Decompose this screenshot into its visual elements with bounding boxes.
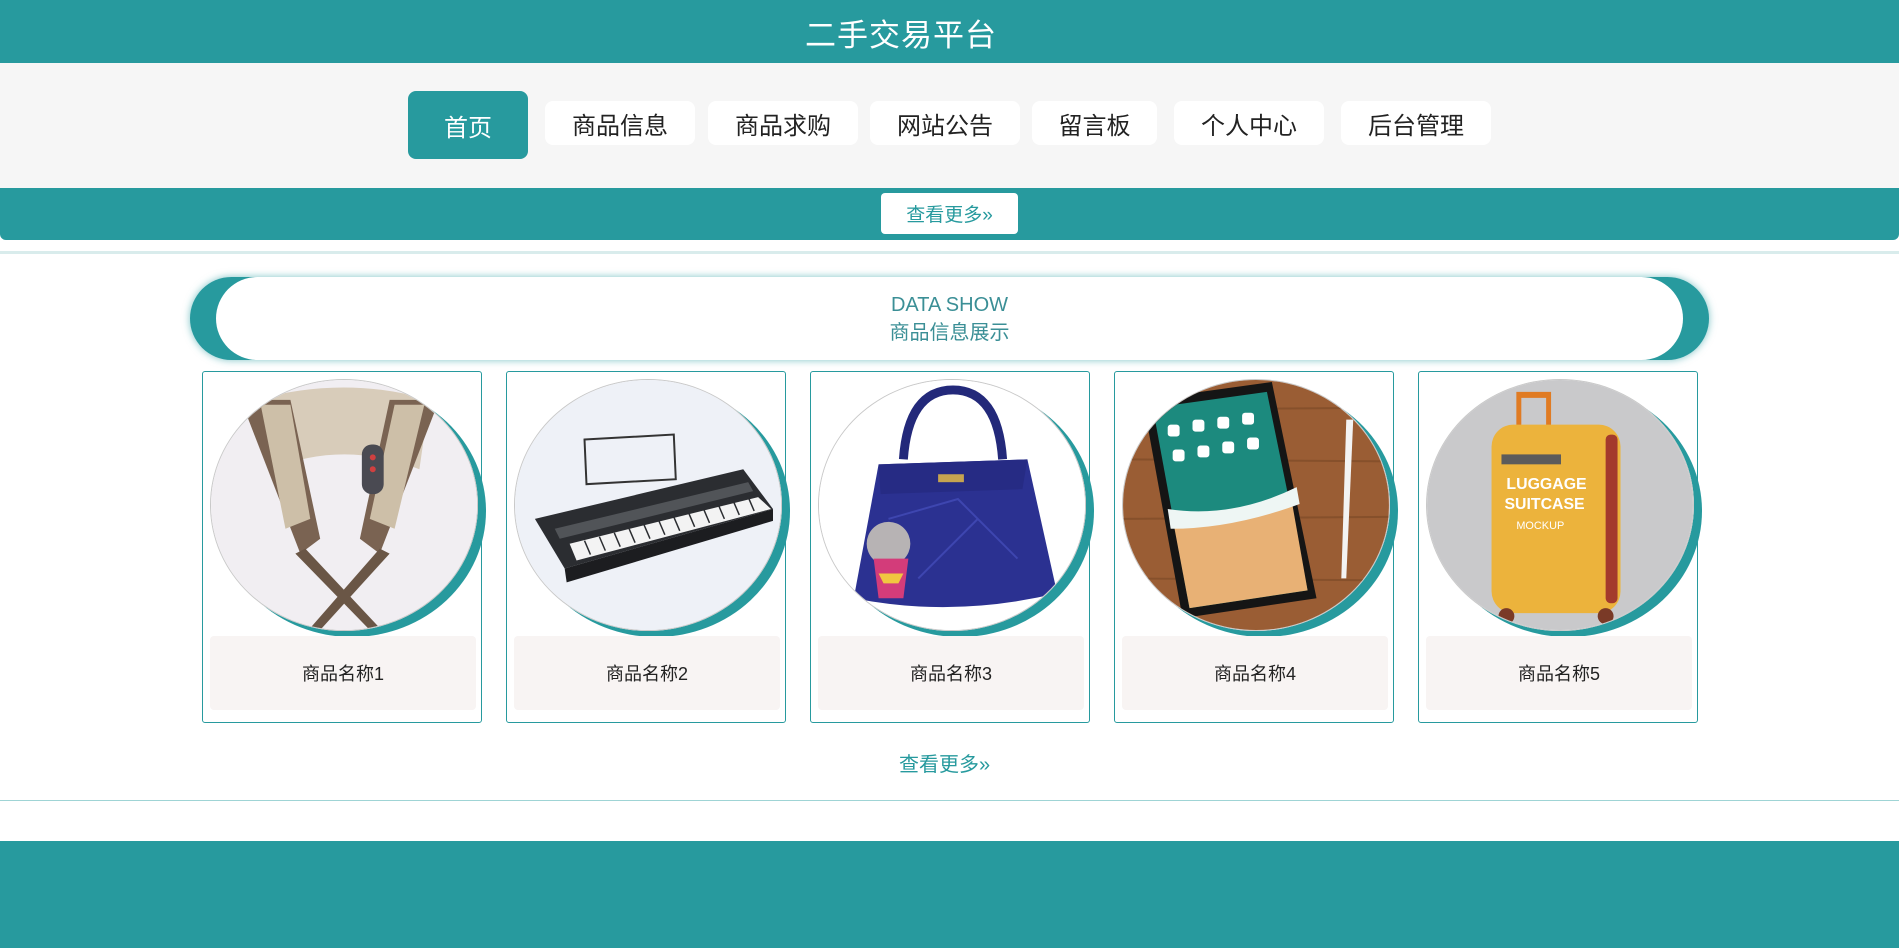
suitcase-print-line1: LUGGAGE	[1506, 476, 1586, 493]
nav-item-admin[interactable]: 后台管理	[1341, 101, 1491, 145]
nav-item-products[interactable]: 商品信息	[545, 101, 695, 145]
product-name: 商品名称1	[210, 636, 476, 710]
suitcase-illustration: LUGGAGE SUITCASE MOCKUP	[1427, 380, 1693, 630]
banner-band: 查看更多»	[0, 188, 1899, 240]
handbag-illustration	[819, 380, 1085, 630]
handbag-image[interactable]	[818, 379, 1086, 631]
neck-massager-illustration	[211, 380, 477, 630]
product-name: 商品名称2	[514, 636, 780, 710]
nav-item-message-board[interactable]: 留言板	[1032, 101, 1157, 145]
section-header: DATA SHOW 商品信息展示	[190, 277, 1709, 360]
site-title: 二手交易平台	[805, 18, 997, 53]
footer	[0, 841, 1899, 948]
banner-more-button[interactable]: 查看更多»	[881, 193, 1018, 234]
section-title-cn: 商品信息展示	[889, 321, 1010, 344]
nav-item-profile[interactable]: 个人中心	[1174, 101, 1324, 145]
section-header-inner: DATA SHOW 商品信息展示	[216, 277, 1683, 360]
band-divider	[0, 251, 1899, 254]
electronic-keyboard-image[interactable]	[514, 379, 782, 631]
section-title-en: DATA SHOW	[890, 293, 1009, 316]
nav-item-home[interactable]: 首页	[408, 91, 528, 159]
electronic-keyboard-illustration	[515, 380, 781, 630]
section-divider	[0, 800, 1899, 801]
suitcase-print-line2: SUITCASE	[1504, 496, 1584, 513]
nav-item-wanted[interactable]: 商品求购	[708, 101, 858, 145]
suitcase-print-line3: MOCKUP	[1516, 520, 1564, 532]
top-header: 二手交易平台	[0, 0, 1899, 63]
product-name: 商品名称4	[1122, 636, 1388, 710]
product-card[interactable]: 商品名称1	[202, 371, 482, 723]
tablet-illustration	[1123, 380, 1389, 630]
product-card[interactable]: 商品名称4	[1114, 371, 1394, 723]
main-nav: 首页 商品信息 商品求购 网站公告 留言板 个人中心 后台管理	[0, 63, 1899, 188]
tablet-image[interactable]	[1122, 379, 1390, 631]
product-card[interactable]: 商品名称3	[810, 371, 1090, 723]
nav-item-announcements[interactable]: 网站公告	[870, 101, 1020, 145]
product-name: 商品名称3	[818, 636, 1084, 710]
product-name: 商品名称5	[1426, 636, 1692, 710]
suitcase-image[interactable]: LUGGAGE SUITCASE MOCKUP	[1426, 379, 1694, 631]
product-card[interactable]: LUGGAGE SUITCASE MOCKUP 商品名称5	[1418, 371, 1698, 723]
product-card[interactable]: 商品名称2	[506, 371, 786, 723]
neck-massager-image[interactable]	[210, 379, 478, 631]
view-more-link[interactable]: 查看更多»	[899, 748, 990, 777]
